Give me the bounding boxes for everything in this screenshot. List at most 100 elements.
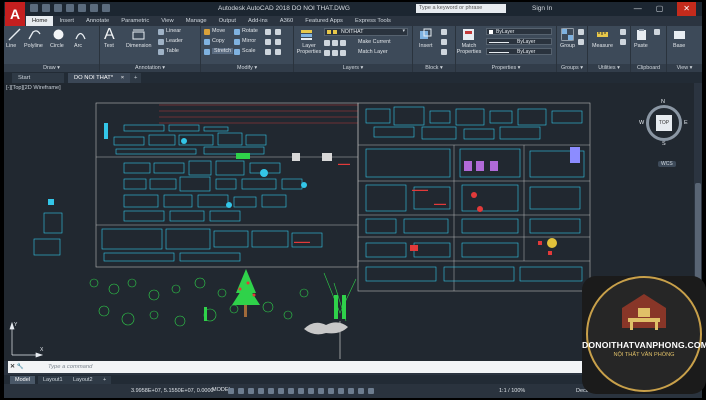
fillet-icon[interactable] — [265, 39, 271, 45]
offset-icon[interactable] — [275, 49, 281, 55]
linear-button[interactable]: Linear — [166, 28, 181, 34]
maximize-button[interactable]: ▢ — [656, 4, 664, 16]
open-icon[interactable] — [42, 4, 50, 12]
compass-east[interactable]: E — [684, 120, 688, 126]
mirror-button[interactable]: Mirror — [242, 38, 256, 44]
tab-output[interactable]: Output — [213, 16, 242, 26]
properties-panel-label[interactable]: Properties ▾ — [456, 64, 556, 72]
tab-manage[interactable]: Manage — [180, 16, 213, 26]
tab-model[interactable]: Model — [10, 376, 35, 384]
layers-panel-label[interactable]: Layers ▾ — [294, 64, 412, 72]
layer-freeze-tool-icon[interactable] — [340, 40, 346, 46]
circle-icon[interactable] — [52, 28, 65, 41]
object-snap-icon[interactable] — [288, 388, 294, 394]
annotation-visibility-icon[interactable] — [368, 388, 374, 394]
polyline-button[interactable]: Polyline — [24, 43, 43, 49]
paste-button[interactable]: Paste — [634, 43, 648, 49]
dimension-button[interactable]: Dimension — [126, 43, 151, 49]
ortho-icon[interactable] — [248, 388, 254, 394]
view-panel-label[interactable]: View ▾ — [667, 64, 702, 72]
text-button[interactable]: Text — [104, 43, 114, 49]
annotation-panel-label[interactable]: Annotation ▾ — [100, 64, 200, 72]
close-tab-icon[interactable]: × — [121, 75, 124, 81]
3d-osnap-icon[interactable] — [328, 388, 334, 394]
grid-icon[interactable] — [228, 388, 234, 394]
group-button[interactable]: Group — [560, 43, 575, 49]
tab-start[interactable]: Start — [12, 73, 64, 83]
layer-off-icon[interactable] — [324, 40, 330, 46]
trim-icon[interactable] — [265, 29, 271, 35]
match-properties-button[interactable]: Match Properties — [456, 43, 482, 55]
measure-button[interactable]: Measure — [592, 43, 613, 49]
isodraft-icon[interactable] — [268, 388, 274, 394]
explode-icon[interactable] — [275, 39, 281, 45]
redo-icon[interactable] — [102, 4, 110, 12]
add-layout-button[interactable]: + — [98, 376, 112, 384]
layer-properties-button[interactable]: Layer Properties — [296, 43, 322, 55]
annotation-scale[interactable]: 1:1 / 100% — [499, 388, 525, 394]
clipboard-panel-label[interactable]: Clipboard — [631, 64, 666, 72]
command-input[interactable]: Type a command — [48, 361, 92, 373]
dynamic-ucs-icon[interactable] — [338, 388, 344, 394]
color-dropdown[interactable]: ByLayer — [486, 28, 552, 35]
layer-isolate-icon[interactable] — [332, 40, 338, 46]
gizmo-icon[interactable] — [358, 388, 364, 394]
layer-unisolate-icon[interactable] — [324, 50, 330, 56]
scale-button[interactable]: Scale — [242, 48, 256, 54]
new-tab-button[interactable]: + — [130, 73, 142, 83]
table-button[interactable]: Table — [166, 48, 179, 54]
selection-filter-icon[interactable] — [348, 388, 354, 394]
layer-thaw-icon[interactable] — [332, 50, 338, 56]
rotate-button[interactable]: Rotate — [242, 28, 258, 34]
match-properties-icon[interactable] — [462, 28, 475, 41]
compass-north[interactable]: N — [661, 99, 665, 105]
groups-panel-label[interactable]: Groups ▾ — [557, 64, 587, 72]
undo-icon[interactable] — [90, 4, 98, 12]
layer-lock-icon[interactable] — [340, 50, 346, 56]
stretch-button[interactable]: Stretch — [212, 48, 234, 54]
minimize-button[interactable]: — — [634, 4, 642, 16]
compass-south[interactable]: S — [662, 141, 666, 147]
move-button[interactable]: Move — [212, 28, 225, 34]
match-layer-button[interactable]: Match Layer — [358, 49, 388, 55]
edit-block-icon[interactable] — [441, 39, 447, 45]
close-command-icon[interactable]: ✕ 🔧 — [10, 361, 24, 373]
arc-icon[interactable] — [74, 28, 87, 41]
tab-drawing[interactable]: DO NOI THAT* × — [68, 73, 132, 83]
print-icon[interactable] — [78, 4, 86, 12]
tab-parametric[interactable]: Parametric — [115, 16, 155, 26]
circle-button[interactable]: Circle — [50, 43, 64, 49]
wcs-menu[interactable]: WCS — [658, 161, 676, 167]
tab-layout1[interactable]: Layout1 — [38, 376, 68, 384]
utilities-panel-label[interactable]: Utilities ▾ — [588, 64, 630, 72]
insert-block-icon[interactable] — [419, 28, 432, 41]
tab-view[interactable]: View — [155, 16, 179, 26]
linetype-dropdown[interactable]: ByLayer — [486, 48, 552, 55]
search-input[interactable]: Type a keyword or phrase — [416, 4, 506, 13]
quick-select-icon[interactable] — [620, 29, 626, 35]
modify-panel-label[interactable]: Modify ▾ — [201, 64, 293, 72]
save-icon[interactable] — [54, 4, 62, 12]
viewcube-top-face[interactable]: TOP — [656, 115, 672, 131]
layer-properties-icon[interactable] — [300, 28, 313, 41]
group-icon[interactable] — [561, 28, 574, 41]
layer-dropdown[interactable]: NOITHAT ▾ — [324, 28, 408, 36]
close-button[interactable]: ✕ — [677, 2, 696, 16]
line-icon[interactable] — [8, 28, 21, 41]
measure-icon[interactable] — [596, 28, 609, 41]
tab-add-ins[interactable]: Add-ins — [242, 16, 274, 26]
transparency-icon[interactable] — [308, 388, 314, 394]
coordinates-readout[interactable]: 3.9958E+07, 5.1550E+07, 0.0000 — [131, 388, 214, 394]
snap-icon[interactable] — [238, 388, 244, 394]
sign-in-button[interactable]: Sign In — [532, 5, 552, 12]
base-view-icon[interactable] — [673, 28, 686, 41]
lineweight-dropdown[interactable]: ByLayer — [486, 38, 552, 45]
edit-attributes-icon[interactable] — [441, 49, 447, 55]
tab-express-tools[interactable]: Express Tools — [349, 16, 397, 26]
tab-layout2[interactable]: Layout2 — [68, 376, 98, 384]
insert-button[interactable]: Insert — [419, 43, 432, 49]
calculator-icon[interactable] — [620, 39, 626, 45]
viewcube[interactable]: TOP N S E W — [639, 99, 688, 147]
selection-cycling-icon[interactable] — [318, 388, 324, 394]
tab-featured-apps[interactable]: Featured Apps — [299, 16, 349, 26]
